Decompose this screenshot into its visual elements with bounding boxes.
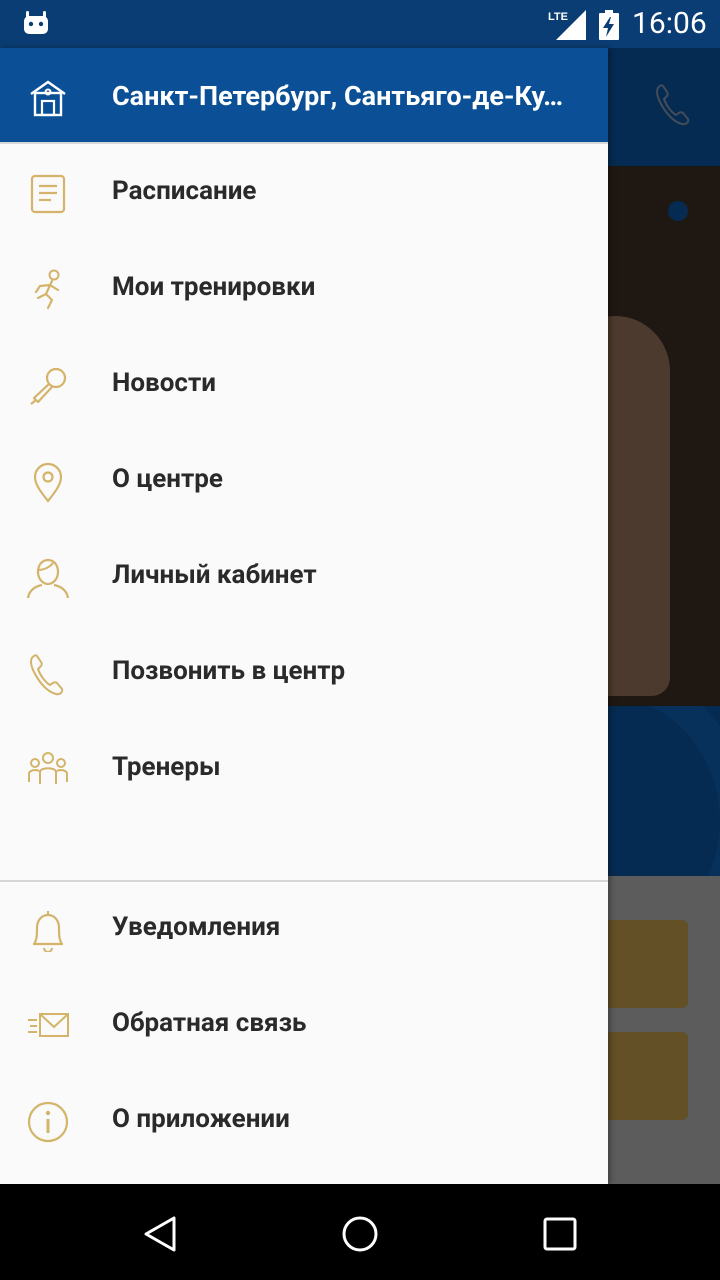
- menu-item-about-app[interactable]: О приложении: [0, 1074, 608, 1170]
- menu-item-label: О приложении: [112, 1104, 290, 1134]
- menu-item-news[interactable]: Новости: [0, 338, 608, 434]
- microphone-icon: [30, 367, 67, 405]
- android-icon: [24, 11, 48, 34]
- phone-icon: [30, 654, 64, 696]
- schedule-icon: [30, 174, 66, 214]
- menu-item-about-center[interactable]: О центре: [0, 434, 608, 530]
- network-label: LTE: [548, 11, 568, 23]
- signal-icon: LTE: [548, 10, 586, 40]
- status-bar: LTE 16:06: [0, 0, 720, 48]
- menu-item-label: Позвонить в центр: [112, 656, 346, 686]
- info-icon: [27, 1101, 69, 1143]
- group-icon: [28, 752, 68, 784]
- recents-icon[interactable]: [538, 1212, 582, 1256]
- envelope-icon: [28, 1013, 69, 1037]
- menu-item-label: Мои тренировки: [112, 272, 316, 302]
- battery-charging-icon: [599, 10, 619, 40]
- menu-item-call-center[interactable]: Позвонить в центр: [0, 626, 608, 722]
- menu-item-label: Уведомления: [112, 912, 281, 942]
- menu-item-my-workouts[interactable]: Мои тренировки: [0, 242, 608, 338]
- selected-club-title: Санкт-Петербург, Сантьяго-де-Ку…: [112, 80, 564, 112]
- menu-item-personal-account[interactable]: Личный кабинет: [0, 530, 608, 626]
- clock: 16:06: [632, 6, 707, 41]
- menu-item-label: Личный кабинет: [112, 560, 317, 590]
- drawer-header[interactable]: Санкт-Петербург, Сантьяго-де-Ку…: [0, 48, 608, 144]
- menu-item-label: Расписание: [112, 176, 257, 206]
- navigation-drawer: Санкт-Петербург, Сантьяго-де-Ку… Расписа…: [0, 48, 608, 1184]
- location-pin-icon: [33, 462, 63, 503]
- menu-item-notifications[interactable]: Уведомления: [0, 882, 608, 978]
- menu-item-trainers[interactable]: Тренеры: [0, 722, 608, 818]
- menu-item-label: Обратная связь: [112, 1008, 307, 1038]
- home-button-icon[interactable]: [338, 1212, 382, 1256]
- menu-item-label: Новости: [112, 368, 216, 398]
- runner-icon: [34, 269, 60, 310]
- menu-item-label: Тренеры: [112, 752, 221, 782]
- bell-icon: [32, 911, 64, 952]
- system-navigation-bar: [0, 1184, 720, 1280]
- menu-item-feedback[interactable]: Обратная связь: [0, 978, 608, 1074]
- menu-item-schedule[interactable]: Расписание: [0, 146, 608, 242]
- menu-item-label: О центре: [112, 464, 223, 494]
- back-icon[interactable]: [138, 1212, 182, 1256]
- home-icon: [30, 80, 66, 117]
- user-icon: [26, 558, 70, 599]
